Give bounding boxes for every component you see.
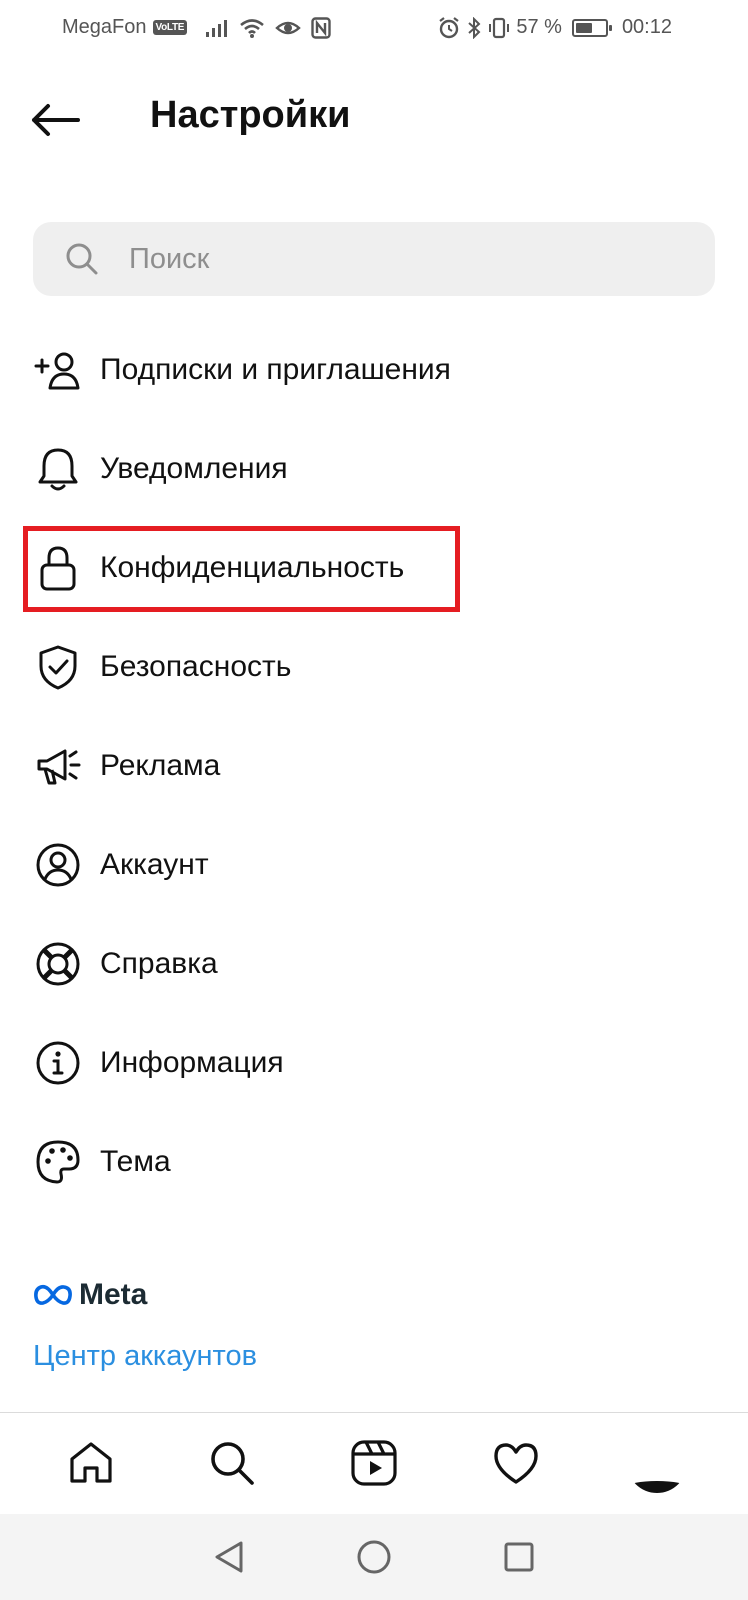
bottom-nav: [0, 1413, 748, 1513]
menu-item-label: Информация: [100, 1045, 284, 1079]
alarm-icon: [439, 16, 460, 38]
eye-icon: [275, 21, 301, 34]
megaphone-icon: [34, 742, 82, 790]
menu-item-about[interactable]: Информация: [0, 1013, 748, 1112]
menu-item-label: Уведомления: [100, 451, 288, 485]
menu-item-label: Тема: [100, 1144, 171, 1178]
menu-item-account[interactable]: Аккаунт: [0, 815, 748, 914]
menu-item-theme[interactable]: Тема: [0, 1112, 748, 1211]
meta-infinity-icon: [34, 1284, 72, 1305]
shield-check-icon: [34, 643, 82, 691]
menu-item-label: Аккаунт: [100, 847, 209, 881]
add-person-icon: [34, 346, 82, 394]
menu-item-ads[interactable]: Реклама: [0, 716, 748, 815]
bell-icon: [34, 445, 82, 493]
search-input[interactable]: [129, 242, 689, 276]
battery-percent: 57 %: [516, 16, 562, 38]
system-nav-bar: [0, 1514, 748, 1600]
home-icon: [70, 1442, 112, 1483]
palette-icon: [34, 1138, 82, 1186]
menu-item-help[interactable]: Справка: [0, 914, 748, 1013]
menu-item-label: Безопасность: [100, 649, 292, 683]
carrier-name: MegaFon: [62, 16, 147, 38]
menu-item-follow-invite[interactable]: Подписки и приглашения: [0, 320, 748, 419]
nav-activity[interactable]: [486, 1433, 546, 1493]
home-circle-icon[interactable]: [356, 1539, 392, 1575]
nav-home[interactable]: [61, 1433, 121, 1493]
highlight-box: [23, 526, 460, 612]
menu-item-label: Подписки и приглашения: [100, 352, 451, 386]
accounts-center-link[interactable]: Центр аккаунтов: [33, 1340, 257, 1373]
vibrate-icon: [489, 17, 510, 38]
meta-wordmark: Meta: [79, 1278, 148, 1311]
menu-item-label: Реклама: [100, 748, 221, 782]
recents-square-icon[interactable]: [502, 1540, 536, 1574]
arrow-left-icon: [32, 104, 80, 136]
status-left: MegaFon VoLTE: [62, 16, 331, 39]
reels-icon: [351, 1440, 397, 1486]
back-triangle-icon[interactable]: [212, 1539, 246, 1575]
info-icon: [34, 1039, 82, 1087]
back-button[interactable]: [30, 96, 86, 144]
lifebuoy-icon: [34, 940, 82, 988]
status-bar: MegaFon VoLTE 57 % 00:12: [0, 0, 748, 58]
search-icon: [66, 243, 98, 275]
search-bar[interactable]: [33, 222, 715, 296]
settings-menu: Подписки и приглашения Уведомления Конфи…: [0, 320, 748, 1211]
header: Настройки: [0, 84, 748, 154]
meta-logo: Meta: [33, 1278, 147, 1312]
signal-icon: [206, 19, 228, 37]
nav-reels[interactable]: [344, 1433, 404, 1493]
battery-icon: [571, 18, 612, 37]
volte-badge: VoLTE: [152, 20, 188, 35]
status-right: 57 % 00:12: [438, 16, 672, 39]
nav-profile[interactable]: [627, 1433, 688, 1493]
heart-icon: [493, 1443, 538, 1484]
page-title: Настройки: [150, 94, 351, 136]
bluetooth-icon: [468, 16, 481, 39]
account-circle-icon: [34, 841, 82, 889]
menu-item-notifications[interactable]: Уведомления: [0, 419, 748, 518]
menu-item-privacy[interactable]: Конфиденциальность: [0, 518, 748, 617]
avatar: [627, 1433, 688, 1493]
search-icon: [211, 1442, 255, 1485]
nav-search[interactable]: [202, 1433, 262, 1493]
clock: 00:12: [621, 16, 672, 38]
menu-item-label: Справка: [100, 946, 218, 980]
nfc-icon: [311, 16, 331, 39]
menu-item-security[interactable]: Безопасность: [0, 617, 748, 716]
wifi-icon: [240, 18, 265, 38]
